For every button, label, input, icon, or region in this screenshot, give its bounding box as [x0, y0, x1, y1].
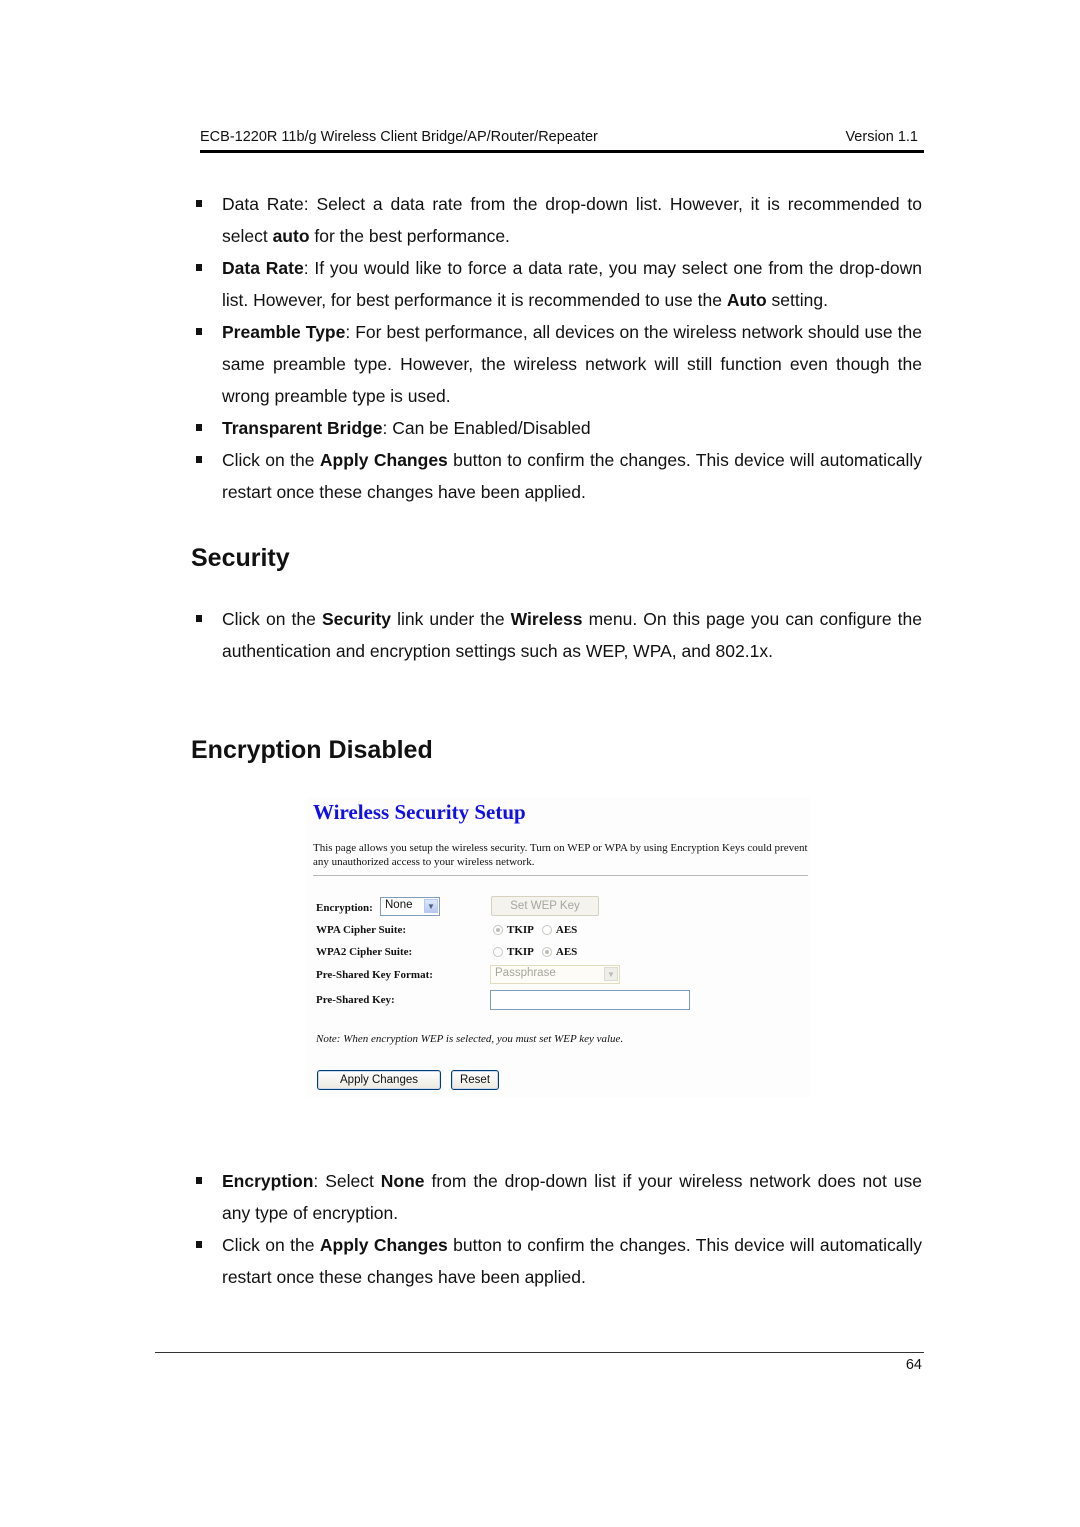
- wpa-cipher-label: WPA Cipher Suite:: [316, 924, 407, 936]
- psk-format-select-value: Passphrase: [495, 967, 556, 979]
- wpa2-aes-radio[interactable]: [541, 947, 552, 957]
- bullet-marker: [196, 1241, 202, 1248]
- psk-label: Pre-Shared Key:: [316, 994, 395, 1006]
- bullet-marker: [196, 424, 202, 431]
- psk-format-select[interactable]: Passphrase ▼: [490, 965, 620, 984]
- setup-title: Wireless Security Setup: [313, 800, 526, 824]
- wpa-aes-radio[interactable]: [541, 925, 552, 935]
- footer-divider: [155, 1352, 924, 1353]
- bullet-data-rate-auto: Data Rate: Select a data rate from the d…: [190, 188, 922, 252]
- wpa2-tkip-label: TKIP: [507, 946, 534, 958]
- encryption-disabled-heading: Encryption Disabled: [191, 736, 433, 764]
- apply-changes-button[interactable]: Apply Changes: [317, 1070, 441, 1090]
- encryption-select-value: None: [385, 899, 413, 911]
- wpa2-aes-label: AES: [555, 946, 578, 958]
- wpa-cipher-options: TKIP AES: [493, 924, 577, 936]
- setup-description: This page allows you setup the wireless …: [313, 842, 808, 868]
- bullet-marker: [196, 200, 202, 207]
- wpa-tkip-radio[interactable]: [493, 925, 503, 935]
- wpa-tkip-label: TKIP: [507, 924, 534, 936]
- psk-format-label: Pre-Shared Key Format:: [316, 969, 433, 981]
- reset-button[interactable]: Reset: [451, 1070, 499, 1090]
- top-bullet-list: Data Rate: Select a data rate from the d…: [190, 188, 922, 508]
- wpa2-cipher-options: TKIP AES: [493, 946, 577, 958]
- bullet-marker: [196, 1177, 202, 1184]
- wireless-security-setup-screenshot: Wireless Security Setup This page allows…: [306, 797, 810, 1097]
- page-header: ECB-1220R 11b/g Wireless Client Bridge/A…: [200, 128, 924, 153]
- bullet-marker: [196, 264, 202, 271]
- chevron-down-icon: ▼: [604, 967, 618, 981]
- bullet-apply-changes-2: Click on the Apply Changes button to con…: [190, 1229, 922, 1293]
- wpa2-tkip-radio[interactable]: [493, 947, 503, 957]
- bottom-bullet-list: Encryption: Select None from the drop-do…: [190, 1165, 922, 1293]
- psk-input[interactable]: [490, 990, 690, 1010]
- bullet-apply-changes: Click on the Apply Changes button to con…: [190, 444, 922, 508]
- wpa2-cipher-label: WPA2 Cipher Suite:: [316, 946, 413, 958]
- wep-note: Note: When encryption WEP is selected, y…: [316, 1033, 624, 1045]
- bullet-preamble-type: Preamble Type: For best performance, all…: [190, 316, 922, 412]
- encryption-label: Encryption:: [316, 902, 373, 914]
- bullet-transparent-bridge: Transparent Bridge: Can be Enabled/Disab…: [190, 412, 922, 444]
- bullet-marker: [196, 328, 202, 335]
- bullet-marker: [196, 615, 202, 622]
- set-wep-key-button[interactable]: Set WEP Key: [491, 896, 599, 916]
- divider: [313, 875, 808, 876]
- encryption-select[interactable]: None ▼: [380, 897, 440, 916]
- security-heading: Security: [191, 544, 290, 572]
- bullet-security-link: Click on the Security link under the Wir…: [190, 603, 922, 667]
- security-bullet-list: Click on the Security link under the Wir…: [190, 603, 922, 667]
- document-title: ECB-1220R 11b/g Wireless Client Bridge/A…: [200, 129, 598, 145]
- page-number: 64: [905, 1357, 922, 1373]
- bullet-marker: [196, 456, 202, 463]
- wpa-aes-label: AES: [555, 924, 578, 936]
- bullet-encryption-none: Encryption: Select None from the drop-do…: [190, 1165, 922, 1229]
- document-version: Version 1.1: [845, 129, 918, 145]
- bullet-data-rate-force: Data Rate: If you would like to force a …: [190, 252, 922, 316]
- chevron-down-icon: ▼: [424, 899, 438, 913]
